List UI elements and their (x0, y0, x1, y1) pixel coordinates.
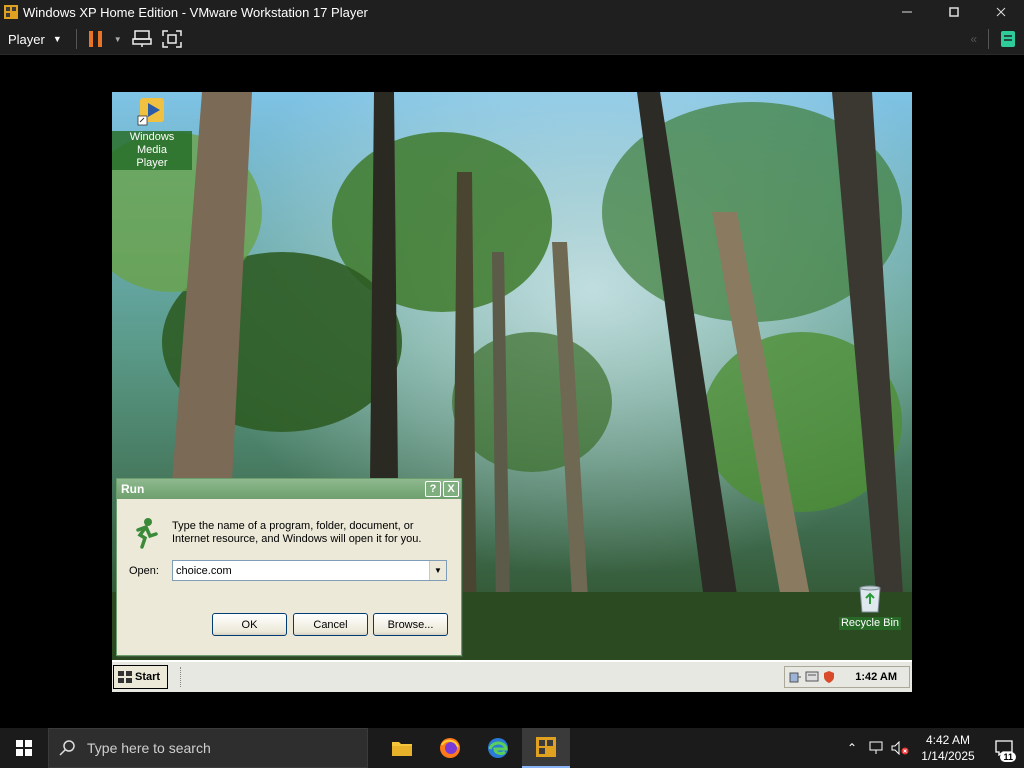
pause-dropdown[interactable]: ▼ (109, 24, 127, 54)
player-menu[interactable]: Player ▼ (0, 24, 70, 54)
send-ctrl-alt-del-button[interactable] (127, 24, 157, 54)
open-input[interactable] (173, 561, 429, 580)
window-titlebar[interactable]: Windows XP Home Edition - VMware Worksta… (0, 0, 1024, 24)
chevron-up-icon: ⌃ (846, 741, 858, 755)
notification-center-button[interactable]: 11 (984, 740, 1024, 762)
xp-taskbar: Start 1:42 AM (112, 660, 912, 692)
dialog-close-button[interactable]: X (443, 481, 459, 497)
volume-icon[interactable] (788, 670, 802, 684)
pause-icon (88, 31, 102, 47)
desktop-icon-windows-media-player[interactable]: Windows Media Player (112, 96, 192, 170)
run-dialog-title: Run (121, 482, 145, 496)
player-menu-label: Player (8, 31, 45, 47)
window-title: Windows XP Home Edition - VMware Worksta… (23, 4, 368, 20)
desktop-icon-label: Recycle Bin (838, 617, 902, 630)
file-explorer-icon (392, 742, 412, 756)
security-shield-icon[interactable] (822, 670, 836, 684)
maximize-icon (948, 7, 959, 17)
double-left-arrow-icon: « (970, 32, 977, 46)
edge-icon (488, 738, 508, 758)
pinned-file-explorer[interactable] (378, 728, 426, 768)
vmware-icon (536, 737, 556, 757)
ok-button[interactable]: OK (212, 613, 287, 636)
pause-button[interactable] (83, 24, 109, 54)
close-icon: X (447, 483, 455, 495)
windows-logo-icon (16, 740, 32, 756)
vmware-app-icon (4, 5, 18, 19)
fullscreen-icon (161, 30, 182, 48)
chevron-down-icon: ▼ (52, 34, 62, 44)
minimize-icon (901, 11, 912, 13)
host-taskbar: Type here to search ⌃ 4:42 AM 1/14/2025 … (0, 728, 1024, 768)
close-icon (996, 7, 1005, 17)
desktop-icon-recycle-bin[interactable]: Recycle Bin (830, 582, 910, 630)
help-icon: ? (429, 483, 437, 495)
windows-flag-icon (118, 671, 132, 683)
network-computer-icon (131, 30, 152, 47)
host-time: 4:42 AM (925, 733, 971, 747)
chevron-down-icon: ▼ (113, 34, 122, 44)
search-icon (59, 740, 75, 756)
pinned-firefox[interactable] (426, 728, 474, 768)
run-dialog[interactable]: Run ? X Type the name of a program, fold… (116, 478, 462, 656)
fullscreen-button[interactable] (157, 24, 187, 54)
recycle-bin-icon (859, 585, 881, 613)
guest-screen[interactable]: Windows Media Player Recycle Bin Run ? X… (112, 92, 912, 692)
toolbar-divider (75, 29, 77, 49)
pinned-edge[interactable] (474, 728, 522, 768)
back-button[interactable]: « (965, 24, 982, 54)
browse-button[interactable]: Browse... (373, 613, 448, 636)
start-button[interactable]: Start (113, 665, 168, 689)
search-placeholder: Type here to search (87, 740, 211, 756)
pinned-vmware[interactable] (522, 728, 570, 768)
close-button[interactable] (977, 0, 1024, 24)
notes-button[interactable] (995, 24, 1024, 54)
chevron-down-icon: ▼ (434, 566, 442, 575)
windows-start-button[interactable] (0, 728, 48, 768)
run-description: Type the name of a program, folder, docu… (172, 520, 422, 545)
toolbar-divider (988, 29, 989, 49)
host-clock[interactable]: 4:42 AM 1/14/2025 (912, 732, 984, 764)
taskbar-search-box[interactable]: Type here to search (48, 728, 368, 768)
run-icon (136, 518, 158, 549)
xp-system-tray: 1:42 AM (784, 666, 910, 688)
volume-tray-button[interactable] (888, 741, 912, 755)
network-icon (869, 741, 883, 754)
maximize-button[interactable] (930, 0, 977, 24)
network-tray-button[interactable] (864, 741, 888, 755)
notes-icon (1001, 31, 1015, 47)
taskbar-grip[interactable] (180, 667, 183, 687)
open-combobox[interactable]: ▼ (172, 560, 447, 581)
network-icon[interactable] (805, 670, 819, 684)
firefox-icon (440, 738, 460, 758)
show-hidden-icons-button[interactable]: ⌃ (840, 741, 864, 755)
volume-muted-icon (891, 741, 909, 755)
run-dialog-titlebar[interactable]: Run ? X (117, 479, 461, 499)
windows-media-player-icon (137, 98, 164, 126)
desktop-icon-label: Windows Media Player (112, 131, 192, 170)
notification-count-badge: 11 (1000, 752, 1016, 762)
start-label: Start (135, 671, 161, 683)
open-label: Open: (129, 565, 159, 577)
xp-clock[interactable]: 1:42 AM (855, 671, 897, 683)
minimize-button[interactable] (883, 0, 930, 24)
help-button[interactable]: ? (425, 481, 441, 497)
cancel-button[interactable]: Cancel (293, 613, 368, 636)
open-dropdown-button[interactable]: ▼ (429, 561, 446, 580)
host-date: 1/14/2025 (921, 749, 975, 763)
player-toolbar: Player ▼ ▼ « (0, 24, 1024, 55)
host-system-tray: ⌃ 4:42 AM 1/14/2025 11 (840, 728, 1024, 768)
